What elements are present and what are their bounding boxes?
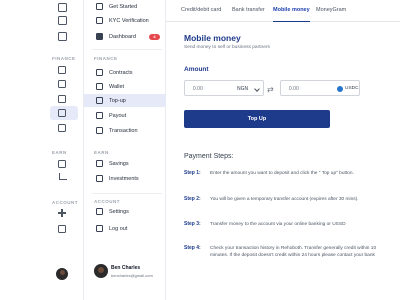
transaction-icon[interactable] (58, 124, 66, 132)
payment-steps-title: Payment Steps: (184, 153, 234, 160)
chart-icon[interactable] (59, 173, 67, 180)
user-email: bencharles@gmail.com (111, 273, 153, 278)
sidebar-item-topup[interactable]: Top-up (84, 94, 166, 107)
id-card-icon (96, 17, 103, 24)
tab-bank-transfer[interactable]: Bank transfer (232, 7, 265, 22)
rail-section-finance: FINANCE (52, 56, 76, 61)
step-number: Step 3: (184, 221, 201, 227)
icon-rail: FINANCE EARN ACCOUNT (0, 0, 84, 300)
bank-icon[interactable] (58, 95, 66, 103)
rail-section-account: ACCOUNT (52, 200, 78, 205)
step-text: You will be given a temporary transfer a… (210, 197, 359, 202)
gear-icon (96, 208, 103, 215)
sidebar-item-savings[interactable]: Savings (84, 157, 166, 170)
sidebar: Get Started KYC Verification Dashboard 4… (84, 0, 166, 300)
bank-icon (96, 97, 103, 104)
sidebar-item-label: Settings (109, 208, 129, 215)
dashboard-icon (96, 33, 103, 40)
sidebar-item-label: Wallet (109, 83, 125, 90)
divider (92, 193, 162, 194)
wallet-icon[interactable] (58, 3, 67, 12)
sidebar-item-dashboard[interactable]: Dashboard 4 (84, 30, 166, 43)
step-text: Transfer money to the account via your o… (210, 222, 346, 227)
to-amount-value[interactable]: 0.00 (289, 86, 299, 92)
sidebar-item-label: Investments (109, 175, 139, 182)
logout-icon (96, 225, 103, 232)
sidebar-item-payout[interactable]: Payout (84, 109, 166, 122)
sidebar-item-wallet[interactable]: Wallet (84, 80, 166, 93)
sidebar-item-kyc[interactable]: KYC Verification (84, 14, 166, 27)
icon-rail-inner: FINANCE EARN ACCOUNT (44, 0, 84, 300)
transaction-icon (96, 127, 103, 134)
notification-badge: 4 (149, 33, 160, 40)
sidebar-item-settings[interactable]: Settings (84, 205, 166, 218)
step-number: Step 4: (184, 245, 201, 251)
chevron-down-icon[interactable] (254, 85, 260, 92)
user-name: Ben Charles (111, 265, 141, 271)
grid-icon[interactable] (58, 32, 67, 41)
user-avatar[interactable] (94, 264, 108, 278)
sidebar-item-label: Log out (109, 225, 128, 232)
payment-method-tabs: Credit/debit card Bank transfer Mobile m… (166, 0, 400, 22)
swap-icon[interactable]: ⇄ (267, 85, 274, 94)
sidebar-item-transaction[interactable]: Transaction (84, 124, 166, 137)
section-label-earn: EARN (94, 150, 109, 155)
main-content: Credit/debit card Bank transfer Mobile m… (166, 0, 400, 300)
avatar[interactable] (56, 268, 68, 280)
sidebar-item-label: Dashboard (109, 33, 136, 40)
page-title: Mobile money (184, 33, 241, 43)
settings-icon[interactable] (58, 209, 66, 217)
from-currency-select[interactable]: NGN (237, 86, 248, 92)
usdc-coin-icon (337, 85, 343, 92)
step-text: Check your transaction history in Rehobo… (210, 246, 377, 259)
section-label-finance: FINANCE (94, 56, 118, 61)
chart-icon (96, 175, 103, 182)
to-currency-select[interactable]: USDC (345, 86, 359, 91)
amount-label: Amount (184, 66, 209, 73)
sidebar-item-label: Transaction (109, 127, 138, 134)
section-label-account: ACCOUNT (94, 199, 120, 204)
wallet-icon (96, 83, 103, 90)
sidebar-item-label: KYC Verification (109, 17, 149, 24)
card-icon[interactable] (58, 16, 67, 25)
sidebar-item-label: Contracts (109, 69, 133, 76)
sidebar-item-logout[interactable]: Log out (84, 222, 166, 235)
contracts-icon[interactable] (58, 66, 66, 74)
rail-section-earn: EARN (52, 150, 67, 155)
sidebar-item-label: Top-up (109, 97, 126, 104)
tab-moneygram[interactable]: MoneyGram (316, 7, 346, 22)
top-up-button[interactable]: Top Up (184, 110, 330, 128)
rocket-icon (96, 3, 103, 10)
divider (92, 49, 162, 50)
sidebar-item-get-started[interactable]: Get Started (84, 0, 166, 13)
page-subtitle: Send money to self or business partners (184, 45, 270, 50)
step-text: Enter the amount you want to deposit and… (210, 171, 354, 176)
tab-mobile-money[interactable]: Mobile money (273, 7, 310, 22)
payout-icon (96, 112, 103, 119)
sidebar-item-label: Payout (109, 112, 127, 119)
contracts-icon (96, 69, 103, 76)
step-number: Step 2: (184, 196, 201, 202)
sidebar-item-investments[interactable]: Investments (84, 172, 166, 185)
sidebar-item-label: Get Started (109, 3, 138, 10)
from-amount-value[interactable]: 0.00 (193, 86, 203, 92)
sidebar-item-label: Savings (109, 160, 129, 167)
step-number: Step 1: (184, 170, 201, 176)
receipt-icon[interactable] (58, 109, 66, 117)
payments-icon[interactable] (58, 80, 66, 88)
to-amount-field[interactable]: 0.00 USDC (280, 80, 360, 96)
savings-icon[interactable] (58, 160, 66, 168)
tab-credit-debit-card[interactable]: Credit/debit card (181, 7, 221, 22)
logout-icon[interactable] (58, 225, 66, 233)
from-amount-field[interactable]: 0.00 NGN (184, 80, 264, 96)
savings-icon (96, 160, 103, 167)
sidebar-item-contracts[interactable]: Contracts (84, 66, 166, 79)
